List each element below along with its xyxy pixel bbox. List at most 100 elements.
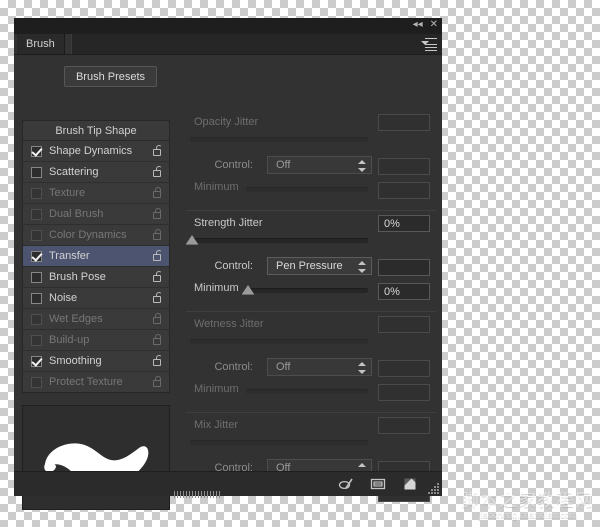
minimum-label: Minimum — [194, 383, 239, 395]
wetness-jitter-minimum-slider[interactable] — [246, 389, 368, 394]
strength-jitter-minimum-handle[interactable] — [242, 285, 254, 295]
checkbox-scattering[interactable] — [31, 166, 42, 178]
strength-jitter-minimum-value[interactable]: 0% — [378, 283, 430, 300]
sidebar-item-label: Color Dynamics — [49, 229, 127, 241]
control-value: Off — [276, 159, 291, 171]
opacity-jitter-control-value[interactable] — [378, 158, 430, 175]
sidebar-item-build-up[interactable]: Build-up — [23, 330, 169, 351]
sidebar-item-protect-texture[interactable]: Protect Texture — [23, 372, 169, 392]
sidebar-item-scattering[interactable]: Scattering — [23, 162, 169, 183]
sidebar-item-smoothing[interactable]: Smoothing — [23, 351, 169, 372]
group-title: Mix Jitter — [194, 419, 238, 431]
sidebar-item-shape-dynamics[interactable]: Shape Dynamics — [23, 141, 169, 162]
footer-icons — [338, 476, 418, 492]
lock-icon[interactable] — [153, 334, 162, 345]
lock-icon[interactable] — [153, 313, 162, 324]
panel-tabbar: Brush — [14, 34, 442, 55]
wetness-jitter-control-value[interactable] — [378, 360, 430, 377]
control-label: Control: — [214, 361, 253, 373]
sidebar-item-noise[interactable]: Noise — [23, 288, 169, 309]
close-icon[interactable]: ✕ — [430, 20, 438, 30]
group-title: Wetness Jitter — [194, 318, 264, 330]
wetness-jitter-slider[interactable] — [190, 339, 368, 344]
screenshot-root: ◂◂ ✕ Brush Brush Presets Brush Tip Shape… — [0, 0, 600, 527]
checkbox-shape-dynamics[interactable] — [31, 145, 42, 157]
checkbox-build-up[interactable] — [31, 334, 42, 346]
unlock-icon[interactable] — [153, 145, 162, 156]
checkbox-noise[interactable] — [31, 292, 42, 304]
sidebar-item-dual-brush[interactable]: Dual Brush — [23, 204, 169, 225]
tab-brush[interactable]: Brush — [17, 34, 65, 54]
strength-jitter-slider-handle[interactable] — [186, 235, 198, 245]
unlock-icon[interactable] — [153, 271, 162, 282]
wetness-jitter-minimum-value[interactable] — [378, 384, 430, 401]
brush-presets-label: Brush Presets — [75, 70, 146, 83]
watermark-line2: jiaocheng.chazidian.com — [478, 510, 578, 520]
lock-icon[interactable] — [153, 187, 162, 198]
tabbar-filler — [71, 34, 442, 54]
unlock-icon[interactable] — [153, 355, 162, 366]
group-title: Strength Jitter — [194, 217, 263, 229]
sidebar-item-label: Shape Dynamics — [49, 145, 133, 157]
sidebar-item-label: Brush Pose — [49, 271, 106, 283]
tab-brush-label: Brush — [26, 38, 55, 50]
delete-brush-icon[interactable] — [402, 476, 418, 492]
unlock-icon[interactable] — [153, 292, 162, 303]
panel-body: Brush Presets Brush Tip Shape Shape Dyna… — [14, 55, 442, 510]
checkbox-dual-brush[interactable] — [31, 208, 42, 220]
checkbox-smoothing[interactable] — [31, 355, 42, 367]
strength-jitter-minimum-slider[interactable] — [246, 288, 368, 293]
group-title: Opacity Jitter — [194, 116, 259, 128]
checkbox-color-dynamics[interactable] — [31, 229, 42, 241]
watermark-line1: 脚本之家教程网 — [461, 491, 595, 510]
sidebar-item-wet-edges[interactable]: Wet Edges — [23, 309, 169, 330]
brush-options-sidebar: Brush Tip Shape Shape Dynamics Scatterin… — [22, 120, 170, 393]
wetness-jitter-value[interactable] — [378, 316, 430, 333]
brush-presets-button[interactable]: Brush Presets — [64, 66, 157, 87]
resize-grip-icon[interactable] — [427, 482, 439, 494]
sidebar-item-label: Noise — [49, 292, 78, 304]
brush-tip-shape-header[interactable]: Brush Tip Shape — [23, 121, 169, 141]
unlock-icon[interactable] — [153, 250, 162, 261]
wetness-jitter-control-select[interactable]: Off — [267, 358, 372, 376]
sidebar-item-brush-pose[interactable]: Brush Pose — [23, 267, 169, 288]
sidebar-item-transfer[interactable]: Transfer — [23, 246, 169, 267]
sidebar-item-color-dynamics[interactable]: Color Dynamics — [23, 225, 169, 246]
checkbox-brush-pose[interactable] — [31, 271, 42, 283]
sidebar-item-label: Dual Brush — [49, 208, 104, 220]
mix-jitter-slider[interactable] — [190, 440, 368, 445]
lock-icon[interactable] — [153, 229, 162, 240]
sidebar-item-label: Texture — [49, 187, 86, 199]
strength-jitter-control-value[interactable] — [378, 259, 430, 276]
opacity-jitter-minimum-slider[interactable] — [246, 187, 368, 192]
opacity-jitter-value[interactable] — [378, 114, 430, 131]
sidebar-item-texture[interactable]: Texture — [23, 183, 169, 204]
mix-jitter-value[interactable] — [378, 417, 430, 434]
titlebar-buttons: ◂◂ ✕ — [413, 20, 438, 30]
control-label: Control: — [214, 260, 253, 272]
chevron-updown-icon — [358, 362, 366, 374]
checkbox-texture[interactable] — [31, 187, 42, 199]
control-label: Control: — [214, 159, 253, 171]
panel-menu-icon[interactable] — [421, 38, 437, 51]
control-value: Pen Pressure — [276, 260, 343, 272]
new-brush-preset-icon[interactable] — [370, 476, 386, 492]
unlock-icon[interactable] — [153, 166, 162, 177]
control-value: Off — [276, 361, 291, 373]
lock-icon[interactable] — [153, 208, 162, 219]
lock-icon[interactable] — [153, 376, 162, 387]
checkbox-wet-edges[interactable] — [31, 313, 42, 325]
checkbox-transfer[interactable] — [31, 250, 42, 262]
minimum-label: Minimum — [194, 282, 239, 294]
opacity-jitter-minimum-value[interactable] — [378, 182, 430, 199]
strength-jitter-slider[interactable] — [190, 238, 368, 243]
strength-jitter-control-select[interactable]: Pen Pressure — [267, 257, 372, 275]
horizontal-scrollbar[interactable] — [174, 491, 264, 498]
sidebar-item-label: Scattering — [49, 166, 99, 178]
tablet-pressure-toggle-icon[interactable] — [338, 476, 354, 492]
opacity-jitter-control-select[interactable]: Off — [267, 156, 372, 174]
checkbox-protect-texture[interactable] — [31, 376, 42, 388]
strength-jitter-value[interactable]: 0% — [378, 215, 430, 232]
opacity-jitter-slider[interactable] — [190, 137, 368, 142]
double-chevron-left-icon[interactable]: ◂◂ — [413, 20, 423, 30]
